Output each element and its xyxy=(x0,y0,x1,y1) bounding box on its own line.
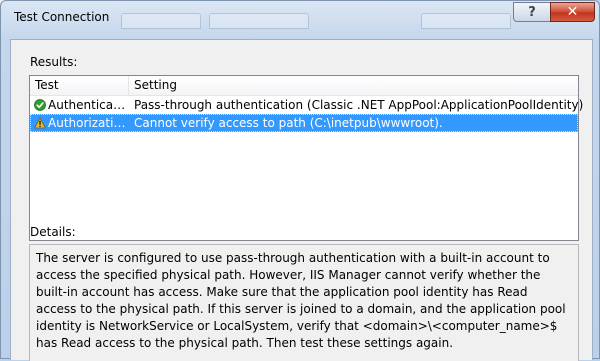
test-connection-dialog: Test Connection ? ✕ Results: Test Settin… xyxy=(0,0,600,361)
results-label: Results: xyxy=(30,55,78,69)
dialog-title: Test Connection xyxy=(14,10,110,24)
results-header: Test Setting xyxy=(30,76,578,96)
background-tab-ghost xyxy=(209,13,309,29)
result-test-name: Authentication xyxy=(48,98,127,112)
title-bar[interactable]: Test Connection ? ✕ xyxy=(1,1,600,31)
dialog-content: Results: Test Setting Authentication Pas… xyxy=(10,39,593,361)
success-check-icon xyxy=(34,99,46,111)
background-tab-ghost xyxy=(121,13,201,29)
column-header-test[interactable]: Test xyxy=(30,76,129,95)
result-row-authorization[interactable]: Authorization Cannot verify access to pa… xyxy=(30,114,578,132)
result-test-name: Authorization xyxy=(48,116,127,130)
close-icon: ✕ xyxy=(566,4,579,20)
results-list[interactable]: Test Setting Authentication Pass-through… xyxy=(29,75,583,241)
details-panel: The server is configured to use pass-thr… xyxy=(29,244,579,361)
help-button[interactable]: ? xyxy=(513,2,551,22)
result-row-authentication[interactable]: Authentication Pass-through authenticati… xyxy=(30,96,583,114)
details-text: The server is configured to use pass-thr… xyxy=(36,251,566,350)
close-button[interactable]: ✕ xyxy=(550,2,595,22)
column-header-setting[interactable]: Setting xyxy=(129,76,578,95)
warning-icon xyxy=(34,117,46,129)
help-icon: ? xyxy=(528,4,536,20)
details-label: Details: xyxy=(30,225,76,239)
result-setting: Cannot verify access to path (C:\inetpub… xyxy=(134,116,443,130)
background-tab-ghost xyxy=(421,13,511,29)
result-setting: Pass-through authentication (Classic .NE… xyxy=(134,98,584,112)
